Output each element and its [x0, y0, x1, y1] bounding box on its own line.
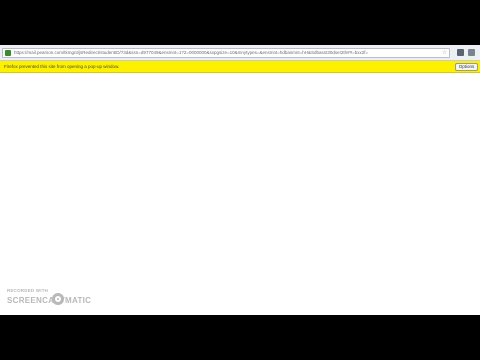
- screencast-watermark: RECORDED WITH SCREENCAST MATIC: [7, 288, 107, 310]
- brand-name-part2: MATIC: [65, 296, 92, 305]
- addon-icon[interactable]: [457, 49, 464, 56]
- letterbox-top: [0, 0, 480, 45]
- lock-icon[interactable]: [5, 50, 11, 56]
- letterbox-bottom: [0, 315, 480, 360]
- notification-message: Firefox prevented this site from opening…: [4, 64, 120, 69]
- star-icon[interactable]: ☆: [442, 49, 447, 57]
- browser-window: https://mail.pearson.com/tkmgnt/jsRedire…: [0, 45, 480, 315]
- recorded-with-label: RECORDED WITH: [7, 288, 49, 293]
- screencast-o-matic-logo: [52, 293, 64, 305]
- navigation-toolbar: https://mail.pearson.com/tkmgnt/jsRedire…: [0, 45, 480, 61]
- url-text[interactable]: https://mail.pearson.com/tkmgnt/jsRedire…: [14, 49, 434, 57]
- address-bar[interactable]: https://mail.pearson.com/tkmgnt/jsRedire…: [2, 48, 450, 58]
- menu-icon[interactable]: [468, 49, 475, 56]
- popup-blocked-notification: Firefox prevented this site from opening…: [0, 61, 480, 73]
- options-button[interactable]: Options: [455, 62, 478, 71]
